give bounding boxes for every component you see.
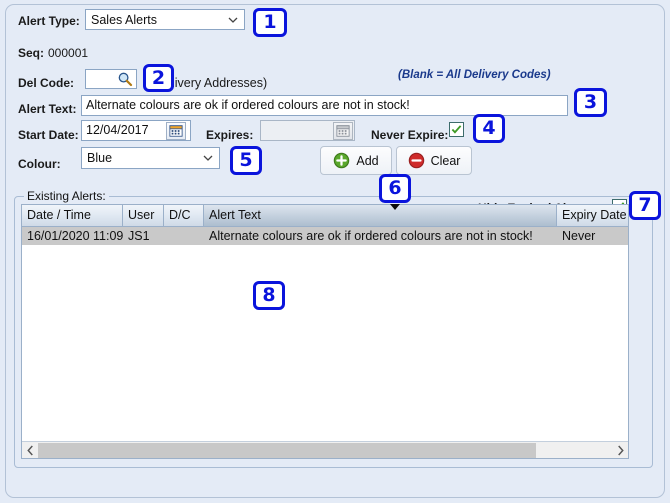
alert-text-label: Alert Text: bbox=[18, 102, 76, 116]
table-horizontal-scrollbar[interactable] bbox=[22, 441, 628, 458]
del-code-label: Del Code: bbox=[18, 76, 74, 90]
column-header-alert-text[interactable]: Alert Text bbox=[204, 205, 557, 226]
callout-badge-5: 5 bbox=[230, 146, 262, 175]
callout-badge-1: 1 bbox=[253, 8, 287, 37]
callout-badge-4: 4 bbox=[473, 114, 505, 143]
scrollbar-thumb[interactable] bbox=[38, 443, 536, 458]
callout-badge-3: 3 bbox=[574, 88, 607, 117]
colour-label: Colour: bbox=[18, 157, 61, 171]
callout-pointer-6 bbox=[390, 204, 400, 210]
chevron-down-icon bbox=[228, 15, 237, 24]
callout-badge-6: 6 bbox=[379, 174, 411, 203]
alert-type-value: Sales Alerts bbox=[91, 13, 157, 27]
expires-label: Expires: bbox=[206, 128, 253, 142]
alert-text-input[interactable]: Alternate colours are ok if ordered colo… bbox=[81, 95, 568, 116]
remove-circle-icon bbox=[408, 152, 425, 169]
colour-value: Blue bbox=[87, 151, 112, 165]
clear-button[interactable]: Clear bbox=[396, 146, 472, 175]
seq-label: Seq: bbox=[18, 46, 44, 60]
cell-date-time: 16/01/2020 11:09 bbox=[22, 227, 123, 245]
column-header-date-time[interactable]: Date / Time bbox=[22, 205, 123, 226]
alert-maintenance-screen: Alert Type: Sales Alerts Seq: 000001 Del… bbox=[0, 0, 670, 503]
never-expire-label: Never Expire: bbox=[371, 128, 448, 142]
clear-button-label: Clear bbox=[431, 154, 461, 168]
scroll-right-arrow-icon[interactable] bbox=[612, 442, 628, 459]
colour-dropdown[interactable]: Blue bbox=[81, 147, 220, 169]
start-date-calendar-icon[interactable] bbox=[166, 122, 186, 140]
alerts-table[interactable]: Date / Time User D/C Alert Text Expiry D… bbox=[21, 204, 629, 459]
alert-text-value: Alternate colours are ok if ordered colo… bbox=[86, 99, 410, 112]
callout-badge-2: 2 bbox=[143, 64, 174, 92]
start-date-value: 12/04/2017 bbox=[86, 124, 149, 137]
search-icon[interactable] bbox=[117, 71, 133, 87]
column-header-dc[interactable]: D/C bbox=[164, 205, 204, 226]
add-circle-icon bbox=[333, 152, 350, 169]
table-row[interactable]: 16/01/2020 11:09 JS1 Alternate colours a… bbox=[22, 227, 628, 245]
check-icon bbox=[451, 124, 462, 135]
start-date-label: Start Date: bbox=[18, 128, 79, 142]
chevron-down-icon bbox=[203, 153, 212, 162]
callout-badge-7: 7 bbox=[629, 191, 661, 220]
del-code-input[interactable] bbox=[85, 69, 137, 89]
add-button-label: Add bbox=[356, 154, 378, 168]
callout-badge-8: 8 bbox=[253, 281, 285, 310]
expires-calendar-icon bbox=[333, 122, 353, 140]
cell-alert-text: Alternate colours are ok if ordered colo… bbox=[204, 227, 557, 245]
table-header-row: Date / Time User D/C Alert Text Expiry D… bbox=[22, 205, 628, 227]
cell-dc bbox=[164, 227, 204, 245]
column-header-expiry-date[interactable]: Expiry Date bbox=[557, 205, 629, 226]
del-code-hint: (Blank = All Delivery Codes) bbox=[398, 69, 551, 81]
alert-type-label: Alert Type: bbox=[18, 14, 80, 28]
cell-expiry-date: Never bbox=[557, 227, 629, 245]
column-header-user[interactable]: User bbox=[123, 205, 164, 226]
del-code-suffix-text: elivery Addresses) bbox=[165, 76, 267, 90]
add-button[interactable]: Add bbox=[320, 146, 392, 175]
never-expire-checkbox[interactable] bbox=[449, 122, 464, 137]
cell-user: JS1 bbox=[123, 227, 164, 245]
seq-value: 000001 bbox=[48, 46, 88, 60]
alert-type-dropdown[interactable]: Sales Alerts bbox=[85, 9, 245, 30]
existing-alerts-title: Existing Alerts: bbox=[24, 189, 109, 203]
scroll-left-arrow-icon[interactable] bbox=[22, 442, 38, 459]
